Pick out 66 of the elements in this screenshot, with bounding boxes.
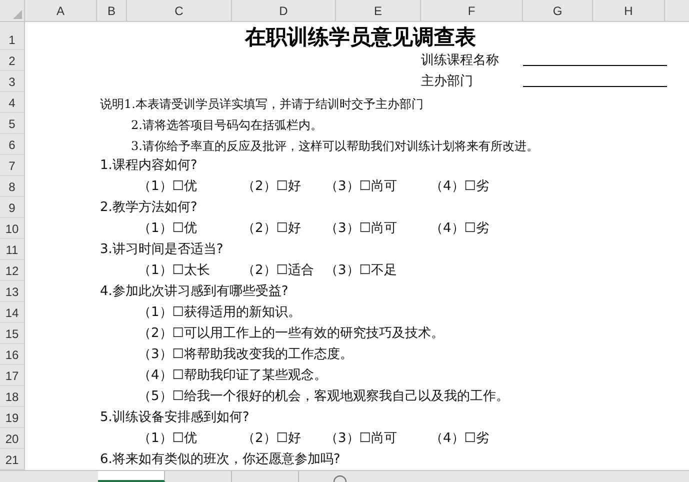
question-text: 4.参加此次讲习感到有哪些受益? <box>100 284 288 300</box>
row-number[interactable]: 6 <box>0 134 25 155</box>
row-number[interactable]: 14 <box>0 302 25 323</box>
answer-option: （2）☐适合 <box>242 263 325 279</box>
column-header[interactable]: D <box>232 0 336 21</box>
column-header[interactable]: C <box>127 0 232 21</box>
question-text: 6.将来如有类似的班次，你还愿意参加吗? <box>100 452 340 468</box>
answer-option: （1）☐优 <box>138 221 242 237</box>
add-sheet-icon[interactable] <box>333 474 347 482</box>
answer-option: （4）☐劣 <box>430 431 530 447</box>
row-number[interactable]: 9 <box>0 197 25 218</box>
question-text: 3.讲习时间是否适当? <box>100 242 224 258</box>
row-number[interactable]: 18 <box>0 386 25 407</box>
question-text: 1.课程内容如何? <box>100 158 198 174</box>
column-header[interactable]: E <box>336 0 421 21</box>
row-number[interactable]: 5 <box>0 113 25 134</box>
row-number[interactable]: 21 <box>0 449 25 470</box>
column-header[interactable]: H <box>593 0 665 21</box>
row-number[interactable]: 2 <box>0 50 25 71</box>
triangle-icon <box>13 10 22 19</box>
answer-option: （1）☐获得适用的新知识。 <box>138 305 301 321</box>
answer-option: （3）☐不足 <box>325 263 430 279</box>
row-number[interactable]: 7 <box>0 155 25 176</box>
fill-in-line[interactable] <box>523 86 667 87</box>
instruction-text: 说明1.本表请受训学员详实填写，并请于结训时交予主办部门 <box>100 96 424 111</box>
answer-option: （1）☐优 <box>138 179 242 195</box>
answer-option: （3）☐尚可 <box>325 179 430 195</box>
answer-option: （1）☐太长 <box>138 263 242 279</box>
answer-option: （4）☐帮助我印证了某些观念。 <box>138 368 327 384</box>
column-header[interactable]: B <box>97 0 127 21</box>
row-number[interactable]: 19 <box>0 407 25 428</box>
column-header[interactable]: G <box>523 0 593 21</box>
row-number[interactable]: 15 <box>0 323 25 344</box>
answer-option: （4）☐劣 <box>430 179 530 195</box>
row-number[interactable]: 1 <box>0 22 25 50</box>
instruction-text: 2.请将选答项目号码勾在括弧栏内。 <box>131 118 322 132</box>
sheet-tab[interactable] <box>98 471 165 482</box>
row-number[interactable]: 16 <box>0 344 25 365</box>
row-number[interactable]: 4 <box>0 92 25 113</box>
answer-option: （4）☐劣 <box>430 221 530 237</box>
answer-option: （2）☐好 <box>242 179 325 195</box>
question-text: 2.教学方法如何? <box>100 200 198 216</box>
row-number[interactable]: 17 <box>0 365 25 386</box>
answer-option: （5）☐给我一个很好的机会，客观地观察我自己以及我的工作。 <box>138 389 509 405</box>
row-number[interactable]: 10 <box>0 218 25 239</box>
answer-option: （2）☐好 <box>242 221 325 237</box>
answer-option: （3）☐尚可 <box>325 221 430 237</box>
sheet-title: 在职训练学员意见调查表 <box>245 24 476 48</box>
row-number[interactable]: 12 <box>0 260 25 281</box>
field-label: 主办部门 <box>421 74 474 90</box>
field-label: 训练课程名称 <box>421 53 500 69</box>
row-number[interactable]: 8 <box>0 176 25 197</box>
row-number[interactable]: 20 <box>0 428 25 449</box>
answer-option: （3）☐将帮助我改变我的工作态度。 <box>138 347 353 363</box>
column-header[interactable]: F <box>421 0 523 21</box>
question-text: 5.训练设备安排感到如何? <box>100 410 250 426</box>
row-number[interactable]: 11 <box>0 239 25 260</box>
answer-option: （2）☐好 <box>242 431 325 447</box>
answer-option: （3）☐尚可 <box>325 431 430 447</box>
row-number[interactable]: 13 <box>0 281 25 302</box>
answer-option: （1）☐优 <box>138 431 242 447</box>
fill-in-line[interactable] <box>523 65 667 66</box>
row-number[interactable]: 3 <box>0 71 25 92</box>
answer-option: （2）☐可以用工作上的一些有效的研究技巧及技术。 <box>138 326 444 342</box>
instruction-text: 3.请你给予率直的反应及批评，这样可以帮助我们对训练计划将来有所改进。 <box>131 138 538 153</box>
column-header[interactable]: A <box>25 0 97 21</box>
